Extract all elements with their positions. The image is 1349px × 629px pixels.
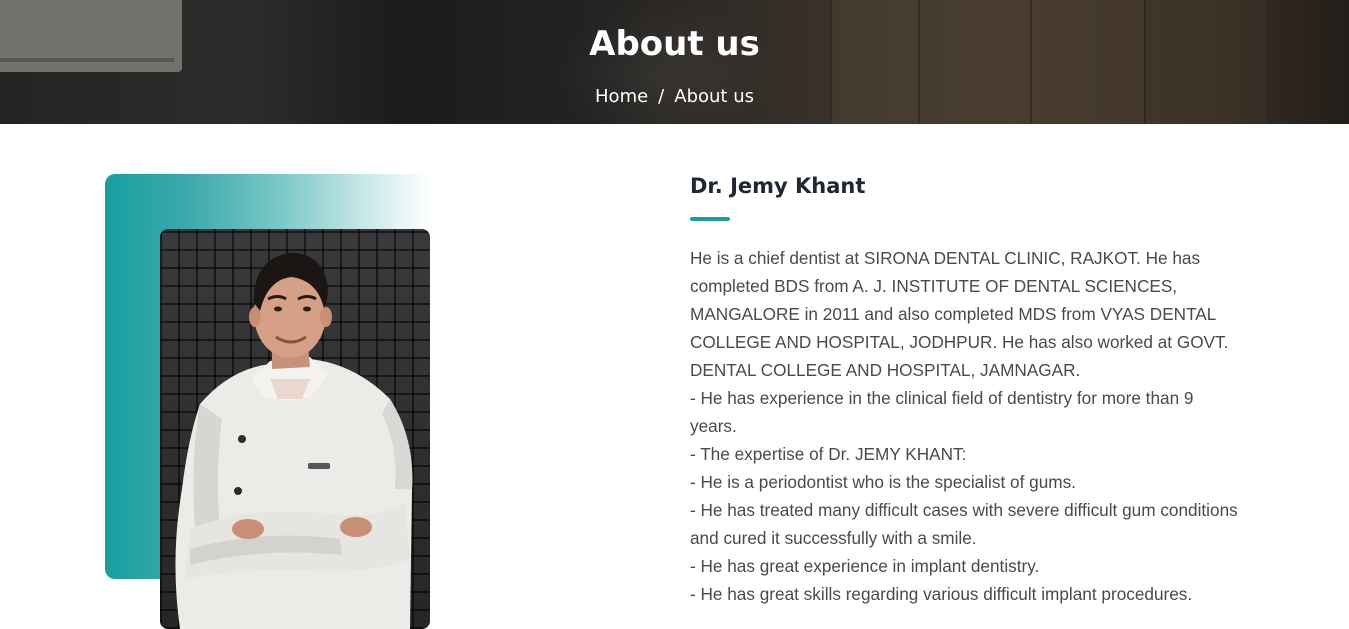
page-title: About us: [589, 24, 760, 64]
bio-line: - He has experience in the clinical fiel…: [690, 388, 1194, 436]
bio-line: - He has treated many difficult cases wi…: [690, 500, 1238, 548]
bio-line: - The expertise of Dr. JEMY KHANT:: [690, 444, 967, 464]
breadcrumb-separator: /: [658, 86, 665, 107]
breadcrumb: Home / About us: [0, 86, 1349, 107]
bio-line: He is a chief dentist at SIRONA DENTAL C…: [690, 248, 1229, 380]
bio-line: - He has great experience in implant den…: [690, 556, 1040, 576]
page-hero-banner: About us Home / About us: [0, 0, 1349, 124]
breadcrumb-home-link[interactable]: Home: [595, 86, 648, 107]
doctor-portrait-illustration: [175, 252, 413, 629]
bio-line: - He is a periodontist who is the specia…: [690, 472, 1076, 492]
doctor-name-heading: Dr. Jemy Khant: [690, 174, 866, 198]
doctor-bio: He is a chief dentist at SIRONA DENTAL C…: [690, 244, 1238, 608]
bio-line: - He has great skills regarding various …: [690, 584, 1193, 604]
doctor-photo: [160, 229, 430, 629]
heading-underline-accent: [690, 217, 730, 221]
breadcrumb-current: About us: [674, 86, 754, 107]
